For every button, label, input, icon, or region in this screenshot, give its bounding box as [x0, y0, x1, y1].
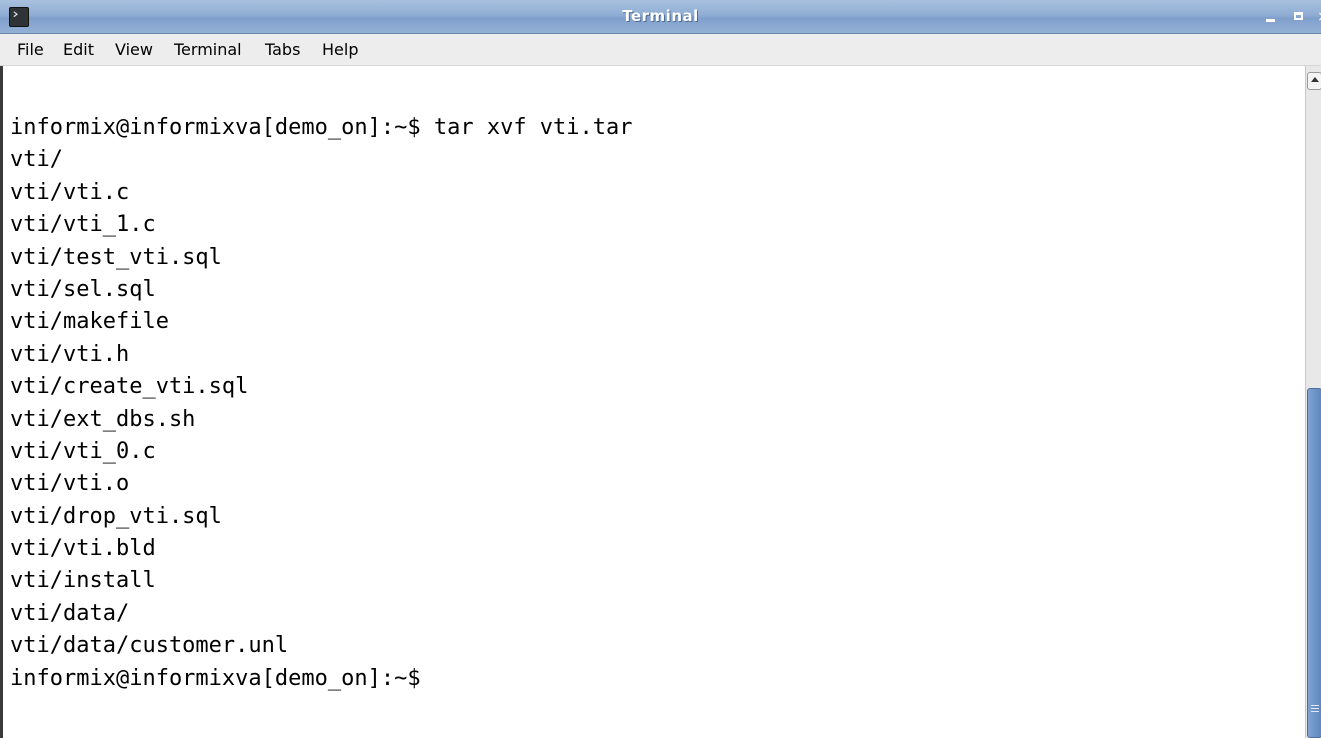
- menu-tabs[interactable]: Tabs: [265, 34, 300, 66]
- menu-view[interactable]: View: [115, 34, 153, 66]
- scrollbar-thumb[interactable]: [1307, 388, 1321, 738]
- terminal-line: vti/test_vti.sql: [10, 244, 222, 270]
- terminal-line: vti/create_vti.sql: [10, 374, 249, 400]
- terminal-line: vti/makefile: [10, 309, 169, 335]
- terminal-line: vti/drop_vti.sql: [10, 503, 222, 529]
- menu-bar: File Edit View Terminal Tabs Help: [0, 34, 1321, 66]
- title-bar[interactable]: Terminal ×: [0, 0, 1321, 34]
- terminal-line: vti/vti.bld: [10, 536, 156, 562]
- grip-line: [1311, 711, 1319, 712]
- terminal-line: vti/vti.c: [10, 179, 130, 205]
- scroll-up-button[interactable]: [1307, 72, 1321, 90]
- chevron-up-icon: [1311, 77, 1319, 82]
- terminal-line: vti/install: [10, 568, 156, 594]
- menu-edit[interactable]: Edit: [63, 34, 94, 66]
- terminal-line: vti/data/: [10, 600, 130, 626]
- window-title: Terminal: [622, 7, 699, 25]
- menu-file[interactable]: File: [17, 34, 44, 66]
- terminal-line: vti/data/customer.unl: [10, 633, 289, 659]
- menu-help[interactable]: Help: [322, 34, 358, 66]
- vertical-scrollbar[interactable]: [1305, 66, 1321, 738]
- terminal-window: Terminal × File Edit View Terminal Tabs …: [0, 0, 1321, 738]
- terminal-line: vti/vti_0.c: [10, 438, 156, 464]
- minimize-icon: [1266, 19, 1275, 22]
- terminal-lines: informix@informixva[demo_on]:~$ tar xvf …: [10, 112, 633, 695]
- close-icon: ×: [1317, 9, 1321, 25]
- terminal-output[interactable]: informix@informixva[demo_on]:~$ tar xvf …: [0, 66, 1305, 738]
- terminal-line: informix@informixva[demo_on]:~$ tar xvf …: [10, 115, 633, 140]
- grip-line: [1311, 705, 1319, 706]
- terminal-line: vti/sel.sql: [10, 276, 156, 302]
- menu-terminal[interactable]: Terminal: [174, 34, 242, 66]
- terminal-prompt-line: informix@informixva[demo_on]:~$: [10, 665, 421, 691]
- maximize-button[interactable]: [1290, 8, 1308, 26]
- minimize-button[interactable]: [1262, 8, 1280, 26]
- terminal-line: vti/vti_1.c: [10, 212, 156, 238]
- terminal-line: vti/vti.o: [10, 471, 130, 497]
- grip-line: [1311, 708, 1319, 709]
- maximize-icon: [1294, 12, 1303, 20]
- terminal-line: vti/: [10, 147, 63, 173]
- terminal-line: vti/vti.h: [10, 341, 130, 367]
- terminal-line: vti/ext_dbs.sh: [10, 406, 196, 432]
- close-button[interactable]: ×: [1314, 8, 1321, 26]
